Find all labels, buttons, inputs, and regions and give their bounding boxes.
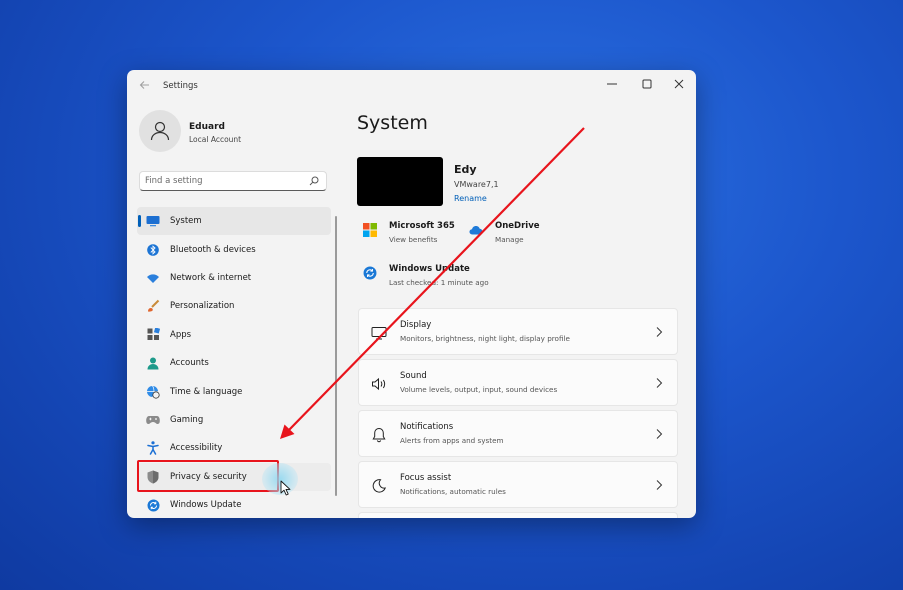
sidebar-item-apps[interactable]: Apps [137, 321, 331, 349]
quick-link-title: OneDrive [495, 221, 540, 231]
wifi-icon [146, 271, 160, 285]
settings-window: Settings Eduard Local Account Find a set… [127, 70, 696, 518]
card-title: Sound [400, 371, 427, 381]
card-subtitle: Volume levels, output, input, sound devi… [400, 385, 558, 394]
minimize-icon[interactable] [597, 73, 627, 95]
sidebar-item-label: Accounts [170, 358, 209, 369]
device-name: Edy [454, 163, 477, 176]
sidebar-item-label: Personalization [170, 301, 235, 312]
profile-account-type: Local Account [189, 135, 242, 144]
accessibility-icon [146, 441, 160, 456]
card-subtitle: Alerts from apps and system [400, 436, 504, 445]
sidebar-item-label: Apps [170, 329, 192, 340]
apps-icon [146, 328, 160, 342]
card-title: Display [400, 320, 432, 330]
quick-link-subtitle: Manage [495, 235, 524, 244]
globe-clock-icon [146, 385, 160, 399]
bluetooth-icon [146, 243, 160, 257]
quick-link-subtitle: Last checked: 1 minute ago [389, 278, 489, 287]
quick-link-windows-update[interactable]: Windows Update Last checked: 1 minute ag… [363, 264, 513, 292]
quick-link-title: Microsoft 365 [389, 221, 455, 231]
search-input[interactable] [145, 174, 305, 188]
quick-link-title: Windows Update [389, 264, 470, 274]
monitor-icon [146, 214, 160, 228]
chevron-right-icon [656, 429, 663, 439]
chevron-right-icon [656, 378, 663, 388]
card-title: Notifications [400, 422, 454, 432]
settings-card-list: Display Monitors, brightness, night ligh… [358, 308, 678, 518]
sidebar-scrollbar[interactable] [335, 216, 337, 496]
card-focus-assist[interactable]: Focus assist Notifications, automatic ru… [358, 461, 678, 508]
sidebar-item-bluetooth[interactable]: Bluetooth & devices [137, 235, 331, 263]
gamepad-icon [146, 413, 160, 427]
display-icon [371, 327, 387, 340]
microsoft-365-icon [363, 223, 377, 237]
windows-update-icon [146, 498, 160, 512]
sidebar-item-gaming[interactable]: Gaming [137, 406, 331, 434]
mouse-cursor-icon [280, 480, 291, 496]
sidebar-item-personalization[interactable]: Personalization [137, 292, 331, 320]
search-box[interactable] [139, 171, 327, 191]
card-notifications[interactable]: Notifications Alerts from apps and syste… [358, 410, 678, 457]
sidebar-item-label: Gaming [170, 414, 204, 425]
sidebar-item-label: Time & language [170, 386, 243, 397]
avatar[interactable] [139, 110, 181, 152]
moon-icon [372, 479, 386, 493]
back-arrow-icon[interactable] [137, 79, 153, 95]
sidebar-item-label: System [170, 216, 202, 227]
annotation-highlight-box [137, 460, 279, 492]
card-display[interactable]: Display Monitors, brightness, night ligh… [358, 308, 678, 355]
sidebar-item-label: Windows Update [170, 500, 242, 511]
card-sound[interactable]: Sound Volume levels, output, input, soun… [358, 359, 678, 406]
sidebar-item-network[interactable]: Network & internet [137, 264, 331, 292]
chevron-right-icon [656, 327, 663, 337]
device-thumbnail [357, 157, 443, 206]
sidebar-item-label: Bluetooth & devices [170, 244, 256, 255]
person-icon [146, 356, 160, 370]
selection-indicator [138, 215, 141, 227]
quick-link-microsoft-365[interactable]: Microsoft 365 View benefits [363, 221, 473, 249]
sidebar-item-accounts[interactable]: Accounts [137, 349, 331, 377]
card-title: Focus assist [400, 473, 452, 483]
quick-link-onedrive[interactable]: OneDrive Manage [469, 221, 559, 249]
onedrive-cloud-icon [469, 226, 483, 235]
device-model: VMware7,1 [454, 180, 499, 189]
rename-link[interactable]: Rename [454, 194, 487, 203]
windows-update-icon [363, 266, 377, 280]
close-icon[interactable] [664, 73, 694, 95]
profile-name: Eduard [189, 122, 225, 132]
person-icon [150, 121, 170, 141]
title-bar: Settings [127, 70, 696, 104]
search-icon[interactable] [309, 176, 319, 186]
sidebar-item-windows-update[interactable]: Windows Update [137, 491, 331, 518]
app-title: Settings [163, 81, 198, 91]
speaker-icon [372, 377, 386, 391]
card-subtitle: Notifications, automatic rules [400, 487, 506, 496]
sidebar-item-system[interactable]: System [137, 207, 331, 236]
card-subtitle: Monitors, brightness, night light, displ… [400, 334, 570, 343]
sidebar-item-time-language[interactable]: Time & language [137, 377, 331, 405]
chevron-right-icon [656, 480, 663, 490]
card-partial [358, 512, 678, 518]
quick-link-subtitle: View benefits [389, 235, 438, 244]
sidebar-item-label: Accessibility [170, 443, 223, 454]
maximize-icon[interactable] [632, 73, 662, 95]
sidebar-item-label: Network & internet [170, 272, 252, 283]
bell-icon [372, 427, 386, 443]
sidebar-item-accessibility[interactable]: Accessibility [137, 434, 331, 462]
page-title: System [357, 112, 428, 134]
brush-icon [146, 299, 160, 313]
